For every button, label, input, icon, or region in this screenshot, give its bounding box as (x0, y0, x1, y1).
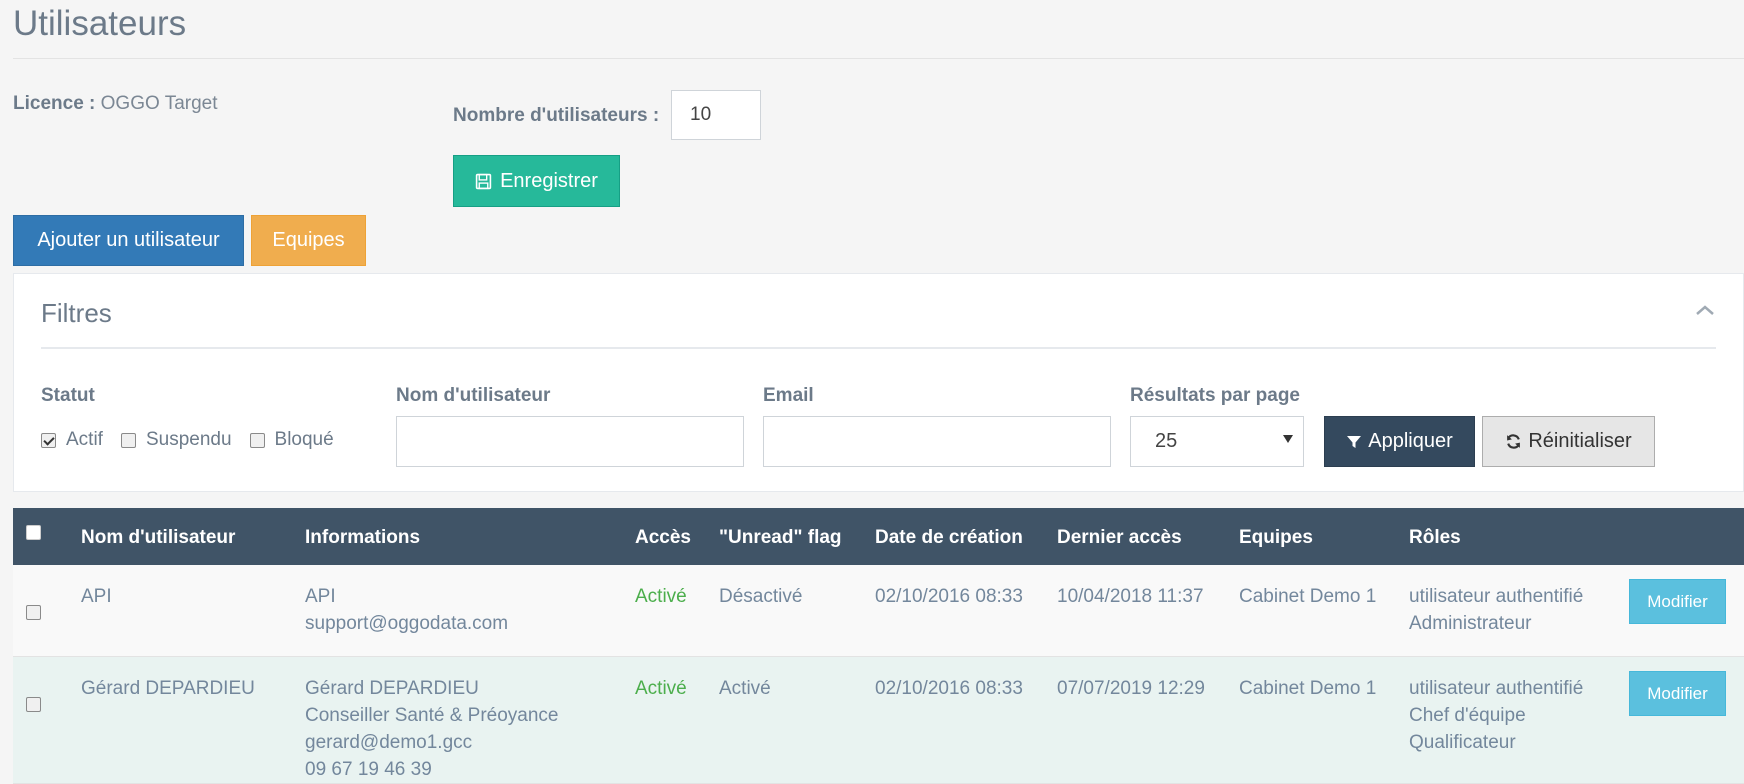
modify-button[interactable]: Modifier (1629, 671, 1726, 716)
add-user-button-label: Ajouter un utilisateur (37, 229, 220, 251)
role-line: Chef d'équipe (1409, 705, 1526, 726)
row-access: Activé (635, 586, 687, 607)
role-line: Administrateur (1409, 613, 1532, 634)
reset-filters-label: Réinitialiser (1528, 430, 1632, 452)
col-header-access[interactable]: Accès (635, 527, 691, 549)
status-actif-label: Actif (66, 429, 103, 450)
status-bloque-option[interactable]: Bloqué (249, 429, 334, 451)
teams-button[interactable]: Equipes (251, 215, 366, 266)
info-line: gerard@demo1.gcc (305, 732, 473, 753)
row-creation-date: 02/10/2016 08:33 (875, 586, 1023, 607)
filters-title: Filtres (41, 298, 112, 328)
page-title: Utilisateurs (13, 4, 187, 43)
filters-divider (41, 347, 1716, 349)
apply-filters-button[interactable]: Appliquer (1324, 416, 1475, 467)
row-access: Activé (635, 678, 687, 699)
select-all-checkbox[interactable] (26, 525, 41, 540)
row-informations: API support@oggodata.com (305, 583, 508, 637)
row-roles: utilisateur authentifié Administrateur (1409, 583, 1583, 637)
users-page: Utilisateurs Licence : OGGO Target Nombr… (0, 0, 1744, 784)
teams-button-label: Equipes (272, 229, 345, 251)
username-filter-label: Nom d'utilisateur (396, 385, 551, 406)
status-actif-option[interactable]: Actif (41, 429, 103, 451)
col-header-teams[interactable]: Equipes (1239, 527, 1313, 549)
col-header-informations[interactable]: Informations (305, 527, 420, 549)
save-button-label: Enregistrer (500, 169, 598, 192)
row-roles: utilisateur authentifié Chef d'équipe Qu… (1409, 675, 1583, 756)
status-suspendu-option[interactable]: Suspendu (120, 429, 232, 451)
info-line: Conseiller Santé & Préoyance (305, 705, 559, 726)
modify-button[interactable]: Modifier (1629, 579, 1726, 624)
row-unread-flag: Activé (719, 678, 771, 699)
status-suspendu-label: Suspendu (145, 429, 232, 450)
col-header-creation-date[interactable]: Date de création (875, 527, 1023, 549)
filter-icon (1347, 435, 1362, 448)
users-table: Nom d'utilisateur Informations Accès "Un… (13, 508, 1744, 784)
info-line: API (305, 586, 336, 607)
reset-filters-button[interactable]: Réinitialiser (1482, 416, 1655, 467)
title-divider (13, 58, 1744, 59)
licence-value: OGGO Target (100, 93, 218, 114)
role-line: utilisateur authentifié (1409, 586, 1584, 607)
col-header-unread-flag[interactable]: "Unread" flag (719, 527, 842, 549)
add-user-button[interactable]: Ajouter un utilisateur (13, 215, 244, 266)
username-filter-input[interactable] (396, 416, 744, 467)
chevron-up-icon[interactable] (1695, 304, 1715, 316)
row-checkbox[interactable] (26, 697, 41, 712)
row-username: Gérard DEPARDIEU (81, 678, 255, 699)
row-creation-date: 02/10/2016 08:33 (875, 678, 1023, 699)
table-row: API API support@oggodata.com Activé Désa… (13, 565, 1744, 657)
floppy-disk-icon (475, 173, 492, 189)
row-teams: Cabinet Demo 1 (1239, 678, 1377, 699)
col-header-last-access[interactable]: Dernier accès (1057, 527, 1182, 549)
row-teams: Cabinet Demo 1 (1239, 586, 1377, 607)
row-last-access: 07/07/2019 12:29 (1057, 678, 1205, 699)
info-line: Gérard DEPARDIEU (305, 678, 479, 699)
refresh-icon (1507, 434, 1521, 449)
status-label: Statut (41, 385, 95, 406)
table-row: Gérard DEPARDIEU Gérard DEPARDIEU Consei… (13, 657, 1744, 784)
modify-button-label: Modifier (1647, 683, 1708, 703)
status-bloque-checkbox[interactable] (249, 432, 265, 448)
nb-users-input[interactable] (671, 90, 761, 140)
table-header: Nom d'utilisateur Informations Accès "Un… (13, 508, 1744, 565)
email-filter-input[interactable] (763, 416, 1111, 467)
apply-filters-label: Appliquer (1368, 430, 1453, 452)
licence-label: Licence : (13, 93, 96, 114)
col-header-username[interactable]: Nom d'utilisateur (81, 527, 235, 549)
per-page-select[interactable]: 25 (1130, 416, 1304, 467)
row-informations: Gérard DEPARDIEU Conseiller Santé & Préo… (305, 675, 558, 783)
role-line: utilisateur authentifié (1409, 678, 1584, 699)
row-last-access: 10/04/2018 11:37 (1057, 586, 1204, 607)
info-line: 09 67 19 46 39 (305, 759, 432, 780)
save-button[interactable]: Enregistrer (453, 155, 620, 207)
role-line: Qualificateur (1409, 732, 1516, 753)
modify-button-label: Modifier (1647, 591, 1708, 611)
col-header-roles[interactable]: Rôles (1409, 527, 1461, 549)
info-line: support@oggodata.com (305, 613, 509, 634)
per-page-value: 25 (1155, 430, 1178, 452)
filters-panel: Filtres Statut Actif Suspendu Bloqué Nom… (13, 273, 1744, 492)
status-bloque-label: Bloqué (274, 429, 334, 450)
nb-users-label: Nombre d'utilisateurs : (453, 105, 660, 126)
dropdown-caret-icon (1283, 435, 1293, 443)
per-page-label: Résultats par page (1130, 385, 1300, 406)
row-unread-flag: Désactivé (719, 586, 803, 607)
row-checkbox[interactable] (26, 605, 41, 620)
status-suspendu-checkbox[interactable] (120, 432, 136, 448)
status-actif-checkbox[interactable] (41, 432, 56, 448)
email-filter-label: Email (763, 385, 814, 406)
row-username: API (81, 586, 112, 607)
licence-info: Licence : OGGO Target (13, 93, 218, 115)
status-options: Actif Suspendu Bloqué (41, 429, 352, 451)
